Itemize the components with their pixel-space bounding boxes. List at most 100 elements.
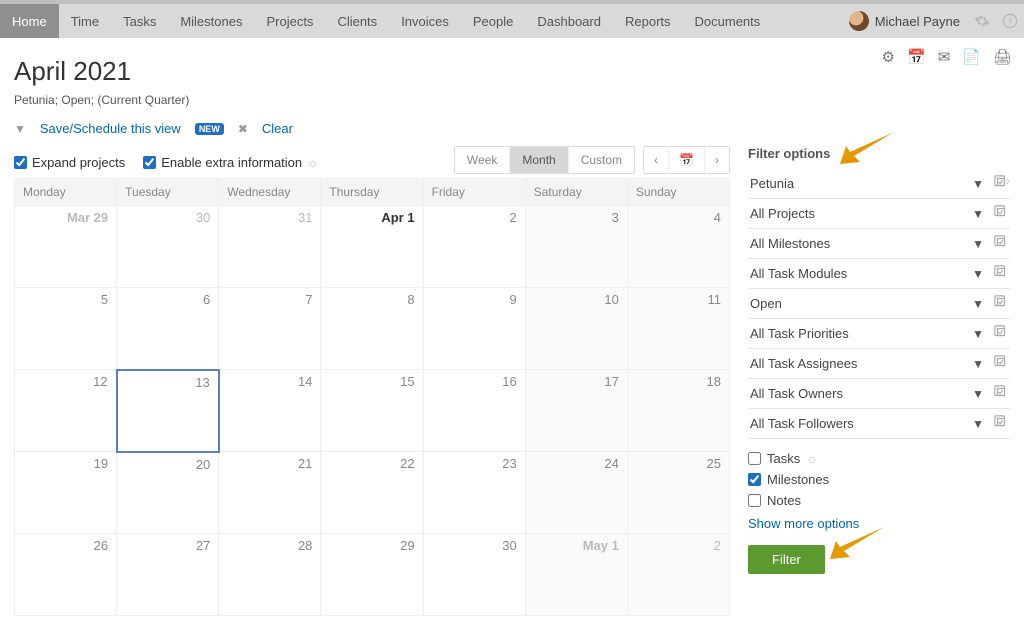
filter-dropdown[interactable]: All Milestones▼ bbox=[748, 229, 1010, 259]
calendar-cell[interactable]: 2 bbox=[423, 206, 525, 288]
calendar-cell[interactable]: 11 bbox=[627, 288, 729, 370]
nav-home[interactable]: Home bbox=[0, 4, 59, 38]
calendar-cell[interactable]: 30 bbox=[423, 534, 525, 616]
calendar-grid: MondayTuesdayWednesdayThursdayFridaySatu… bbox=[14, 178, 730, 616]
bulb-icon: ☼ bbox=[806, 451, 818, 466]
notes-checkbox[interactable]: Notes bbox=[748, 493, 1010, 508]
nav-tasks[interactable]: Tasks bbox=[111, 4, 168, 38]
calendar-cell[interactable]: 7 bbox=[219, 288, 321, 370]
calendar-cell[interactable]: 15 bbox=[321, 370, 423, 452]
chevron-down-icon[interactable]: ▼ bbox=[968, 387, 988, 401]
calendar-cell[interactable]: 20 bbox=[117, 452, 219, 534]
nav-projects[interactable]: Projects bbox=[254, 4, 325, 38]
calendar-cell[interactable]: 31 bbox=[219, 206, 321, 288]
multiselect-icon[interactable] bbox=[994, 295, 1010, 312]
week-button[interactable]: Week bbox=[455, 147, 510, 173]
gear-icon[interactable] bbox=[968, 4, 996, 38]
multiselect-icon[interactable] bbox=[994, 325, 1010, 342]
filter-dropdown[interactable]: All Task Followers▼ bbox=[748, 409, 1010, 439]
nav-reports[interactable]: Reports bbox=[613, 4, 683, 38]
calendar-cell[interactable]: 3 bbox=[525, 206, 627, 288]
calendar-cell[interactable]: 30 bbox=[117, 206, 219, 288]
nav-invoices[interactable]: Invoices bbox=[389, 4, 461, 38]
calendar-cell[interactable]: 18 bbox=[627, 370, 729, 452]
nav-dashboard[interactable]: Dashboard bbox=[525, 4, 613, 38]
calendar-cell[interactable]: 27 bbox=[117, 534, 219, 616]
show-more-link[interactable]: Show more options bbox=[748, 516, 859, 531]
today-button[interactable]: 📅 bbox=[669, 147, 705, 173]
calendar-cell[interactable]: 22 bbox=[321, 452, 423, 534]
filter-label: Open bbox=[750, 296, 962, 311]
help-icon[interactable]: ? bbox=[996, 4, 1024, 38]
next-button[interactable]: › bbox=[705, 147, 729, 173]
calendar-cell[interactable]: 16 bbox=[423, 370, 525, 452]
multiselect-icon[interactable] bbox=[994, 355, 1010, 372]
filter-dropdown[interactable]: All Projects ▼ bbox=[748, 199, 1010, 229]
custom-button[interactable]: Custom bbox=[569, 147, 634, 173]
multiselect-icon[interactable] bbox=[994, 415, 1010, 432]
nav-clients[interactable]: Clients bbox=[325, 4, 389, 38]
calendar-cell[interactable]: 10 bbox=[525, 288, 627, 370]
chevron-down-icon[interactable]: ▼ bbox=[968, 297, 988, 311]
multiselect-icon[interactable] bbox=[994, 175, 1010, 192]
calendar-cell[interactable]: 25 bbox=[627, 452, 729, 534]
enable-extra-checkbox[interactable]: Enable extra information ☼ bbox=[143, 155, 319, 170]
save-view-link[interactable]: Save/Schedule this view bbox=[40, 121, 181, 136]
chevron-down-icon[interactable]: ▼ bbox=[968, 177, 988, 191]
calendar-cell[interactable]: 17 bbox=[525, 370, 627, 452]
multiselect-icon[interactable] bbox=[994, 265, 1010, 282]
calendar-cell[interactable]: 12 bbox=[15, 370, 117, 452]
calendar-cell[interactable]: 28 bbox=[219, 534, 321, 616]
highlight-arrow-2 bbox=[826, 525, 886, 564]
calendar-cell[interactable]: 14 bbox=[219, 370, 321, 452]
calendar-cell[interactable]: 13 bbox=[117, 370, 219, 452]
expand-projects-checkbox[interactable]: Expand projects bbox=[14, 155, 125, 170]
filter-label: Petunia bbox=[750, 176, 962, 191]
prev-button[interactable]: ‹ bbox=[644, 147, 669, 173]
calendar-cell[interactable]: Mar 29 bbox=[15, 206, 117, 288]
filter-dropdown[interactable]: Petunia ▼ bbox=[748, 169, 1010, 199]
filter-dropdown[interactable]: All Task Assignees▼ bbox=[748, 349, 1010, 379]
calendar-cell[interactable]: May 1 bbox=[525, 534, 627, 616]
calendar-cell[interactable]: 9 bbox=[423, 288, 525, 370]
calendar-cell[interactable]: 19 bbox=[15, 452, 117, 534]
month-button[interactable]: Month bbox=[510, 147, 568, 173]
multiselect-icon[interactable] bbox=[994, 205, 1010, 222]
filter-dropdown[interactable]: Open ▼ bbox=[748, 289, 1010, 319]
user-menu[interactable]: Michael Payne bbox=[841, 4, 968, 38]
calendar-cell[interactable]: 4 bbox=[627, 206, 729, 288]
multiselect-icon[interactable] bbox=[994, 385, 1010, 402]
filter-dropdown[interactable]: All Task Modules▼ bbox=[748, 259, 1010, 289]
nav-milestones[interactable]: Milestones bbox=[168, 4, 254, 38]
filter-button[interactable]: Filter bbox=[748, 545, 825, 574]
chevron-down-icon[interactable]: ▼ bbox=[968, 357, 988, 371]
chevron-down-icon[interactable]: ▼ bbox=[968, 417, 988, 431]
chevron-down-icon[interactable]: ▼ bbox=[968, 207, 988, 221]
nav-people[interactable]: People bbox=[461, 4, 525, 38]
clear-link[interactable]: Clear bbox=[262, 121, 293, 136]
multiselect-icon[interactable] bbox=[994, 235, 1010, 252]
nav-time[interactable]: Time bbox=[59, 4, 111, 38]
tasks-checkbox[interactable]: Tasks ☼ bbox=[748, 451, 1010, 466]
calendar-cell[interactable]: 8 bbox=[321, 288, 423, 370]
milestones-checkbox[interactable]: Milestones bbox=[748, 472, 1010, 487]
chevron-down-icon[interactable]: ▼ bbox=[968, 327, 988, 341]
calendar-cell[interactable]: 21 bbox=[219, 452, 321, 534]
calendar-cell[interactable]: 29 bbox=[321, 534, 423, 616]
calendar-cell[interactable]: 26 bbox=[15, 534, 117, 616]
chevron-down-icon[interactable]: ▼ bbox=[968, 237, 988, 251]
filter-label: All Task Priorities bbox=[750, 326, 962, 341]
chevron-down-icon[interactable]: ▼ bbox=[968, 267, 988, 281]
calendar-cell[interactable]: 2 bbox=[627, 534, 729, 616]
calendar-cell[interactable]: 23 bbox=[423, 452, 525, 534]
bulb-icon: ☼ bbox=[307, 155, 319, 170]
filter-dropdown[interactable]: All Task Priorities ▼ bbox=[748, 319, 1010, 349]
day-header: Thursday bbox=[321, 179, 423, 206]
filter-label: All Projects bbox=[750, 206, 962, 221]
calendar-cell[interactable]: 5 bbox=[15, 288, 117, 370]
calendar-cell[interactable]: Apr 1 bbox=[321, 206, 423, 288]
nav-documents[interactable]: Documents bbox=[683, 4, 773, 38]
calendar-cell[interactable]: 6 bbox=[117, 288, 219, 370]
calendar-cell[interactable]: 24 bbox=[525, 452, 627, 534]
filter-dropdown[interactable]: All Task Owners▼ bbox=[748, 379, 1010, 409]
